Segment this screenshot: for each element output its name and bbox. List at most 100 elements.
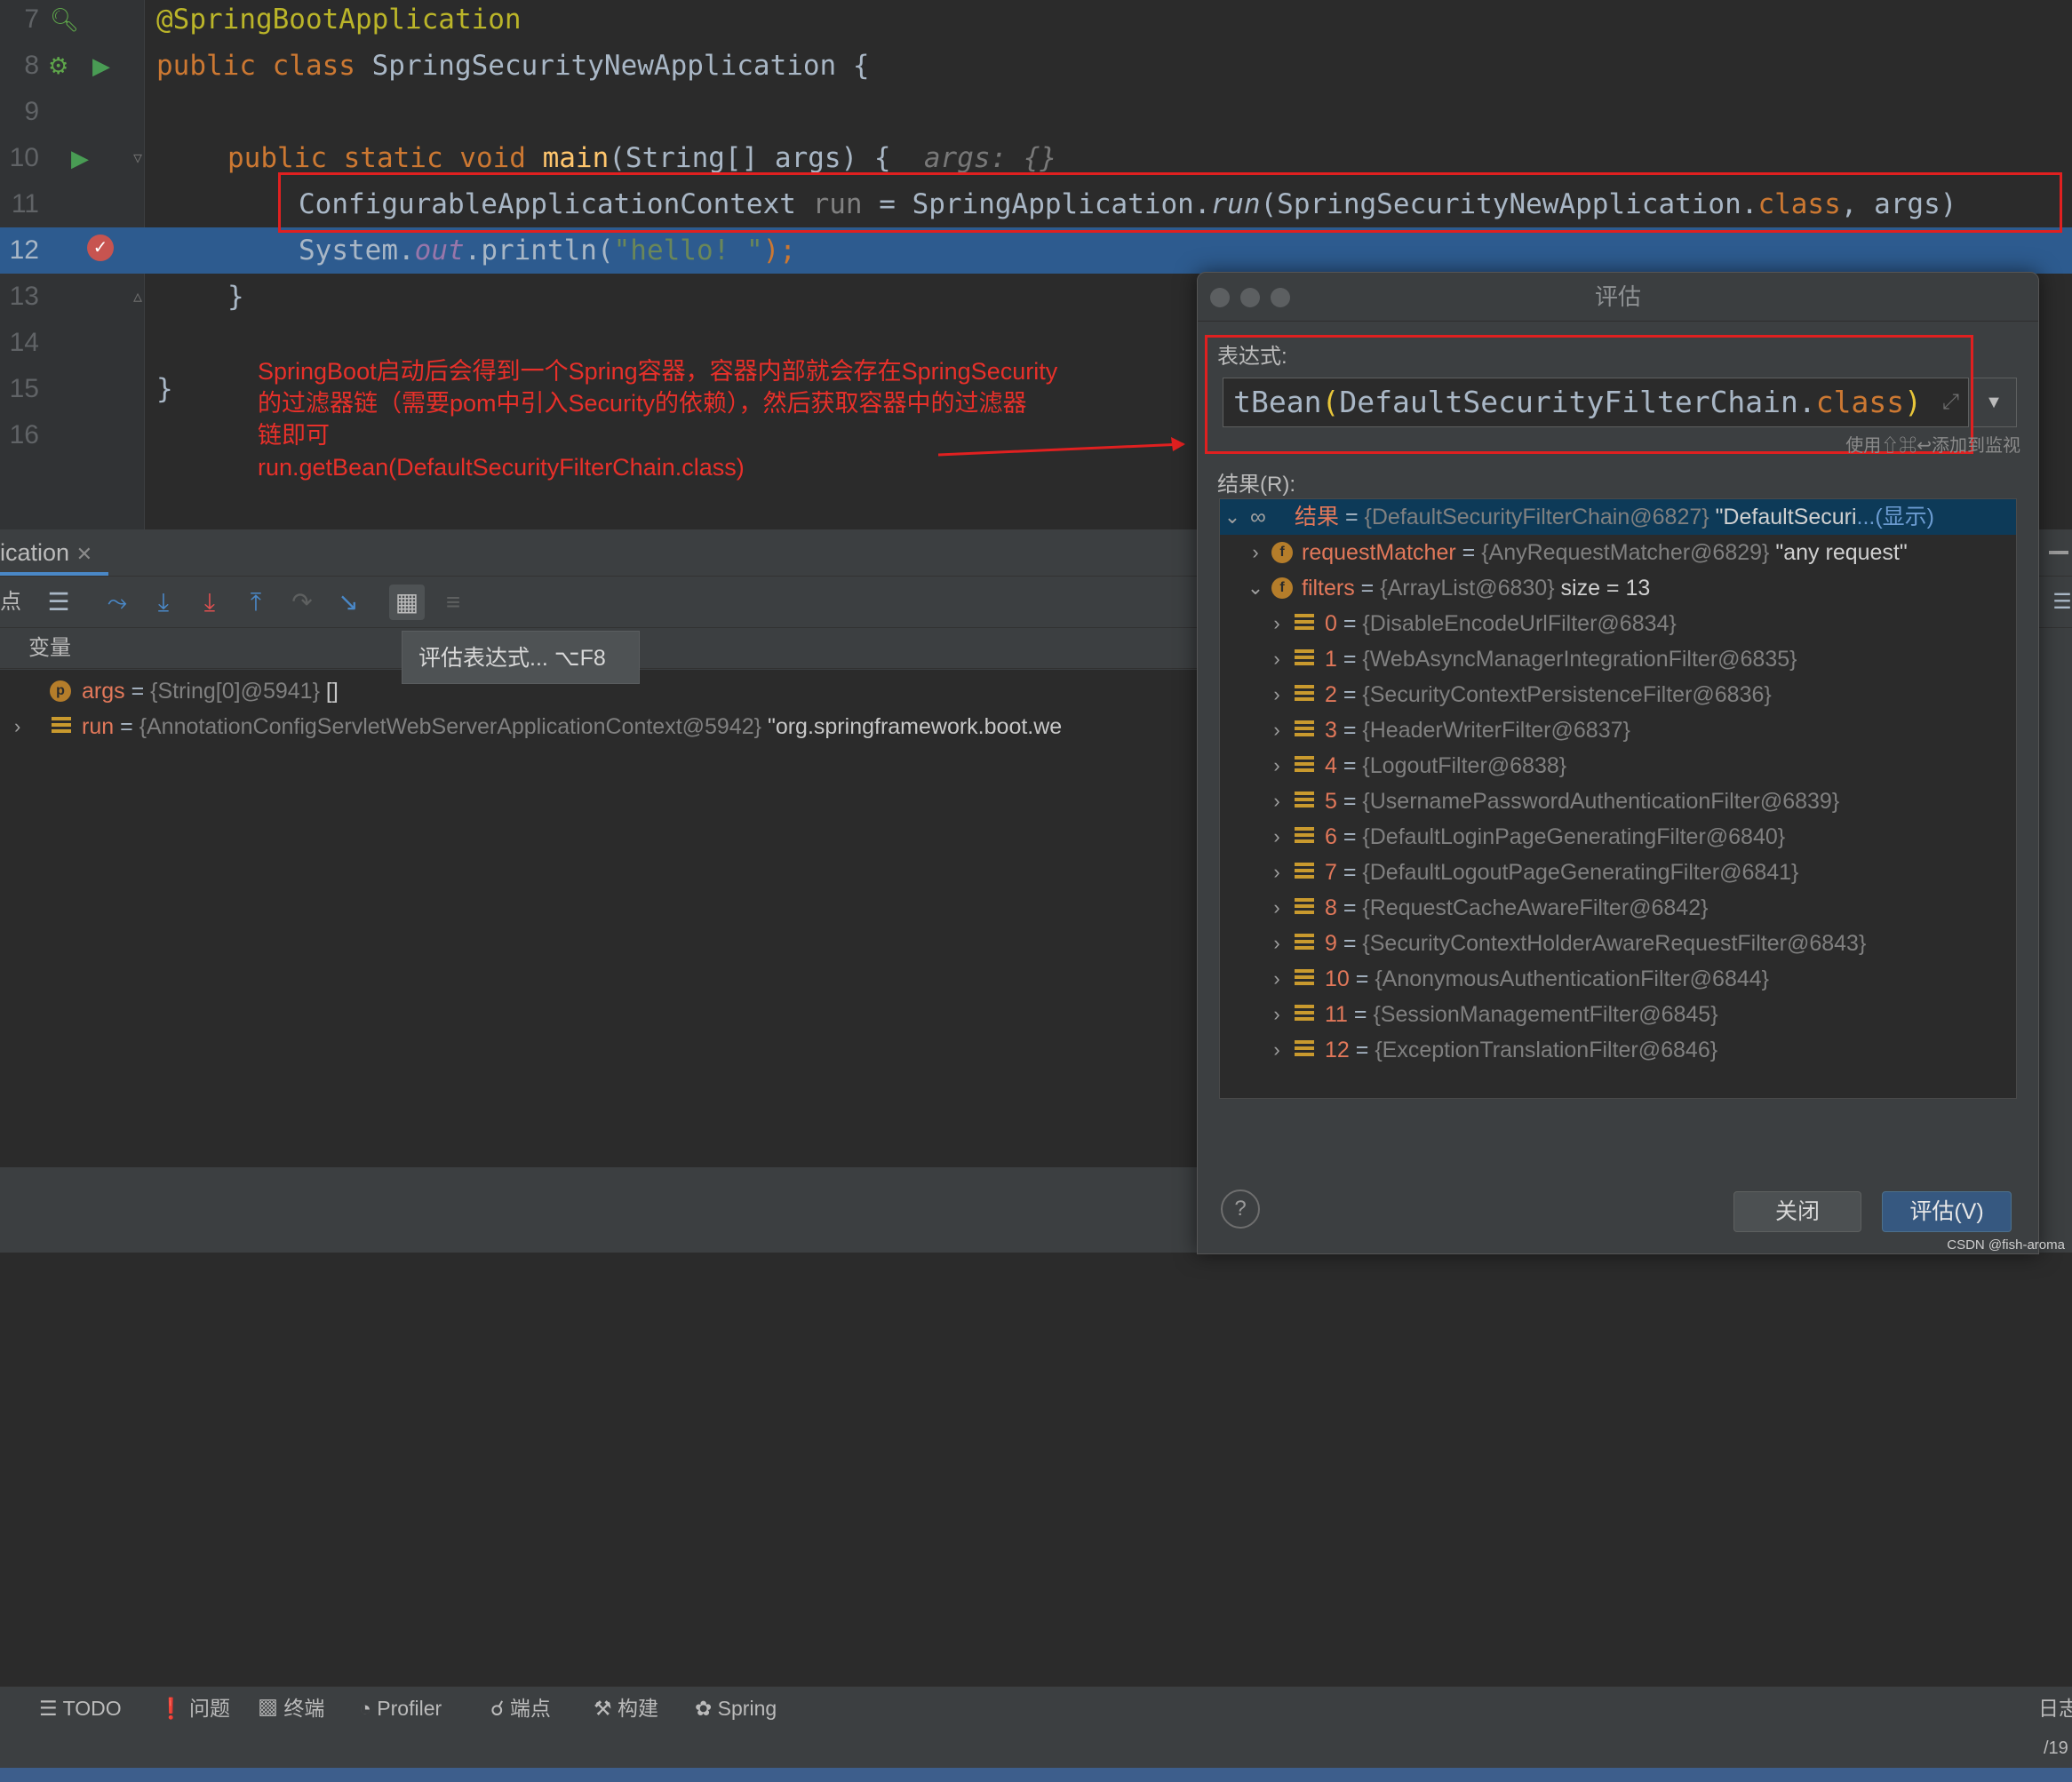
filter-list-item[interactable]: › 7 = {DefaultLogoutPageGeneratingFilter@… <box>1220 855 2016 890</box>
minimize-icon[interactable] <box>2049 551 2068 554</box>
close-button[interactable]: 关闭 <box>1733 1191 1861 1232</box>
tree-row-root[interactable]: ⌄ ∞ 结果 = {DefaultSecurityFilterChain@682… <box>1220 499 2016 535</box>
frames-icon[interactable]: ☰ <box>41 585 76 620</box>
result-tree[interactable]: ⌄ ∞ 结果 = {DefaultSecurityFilterChain@682… <box>1219 498 2017 1099</box>
run-to-cursor-icon[interactable]: ↘ <box>331 585 366 620</box>
evaluate-button[interactable]: 评估(V) <box>1882 1191 2012 1232</box>
variables-tree[interactable]: p args = {String[0]@5941} [] › run = {An… <box>0 670 1199 1167</box>
filter-list-item[interactable]: › 6 = {DefaultLoginPageGeneratingFilter@6… <box>1220 819 2016 855</box>
hammer-icon: ⚒ <box>594 1697 612 1720</box>
fold-end-icon[interactable]: ▵ <box>133 274 142 320</box>
filter-list-item[interactable]: › 8 = {RequestCacheAwareFilter@6842} <box>1220 890 2016 926</box>
step-into-icon[interactable]: ⤓ <box>146 585 181 620</box>
chevron-right-icon[interactable]: › <box>1266 748 1287 784</box>
bean-magnifier-icon[interactable]: 🔍︎ <box>50 0 79 43</box>
line-number: 7 <box>24 4 39 34</box>
field-icon <box>1295 647 1314 670</box>
filter-list-item[interactable]: › 11 = {SessionManagementFilter@6845} <box>1220 997 2016 1032</box>
filter-list-item[interactable]: › 1 = {WebAsyncManagerIntegrationFilter@6… <box>1220 641 2016 677</box>
close-icon[interactable]: ✕ <box>76 543 92 565</box>
evaluate-expression-icon[interactable]: ▦ <box>389 585 425 620</box>
line-number: 16 <box>9 420 39 449</box>
expand-arrow-icon[interactable]: › <box>14 709 20 744</box>
annotation-arrow <box>937 437 1185 457</box>
parameter-icon: p <box>50 680 71 702</box>
tree-row[interactable]: › f requestMatcher = {AnyRequestMatcher@… <box>1220 535 2016 570</box>
line-number: 12 <box>9 235 39 265</box>
variable-text: args = {String[0]@5941} [] <box>82 679 339 704</box>
run-icon[interactable]: ▶ <box>92 43 110 89</box>
chevron-right-icon[interactable]: › <box>1266 961 1287 997</box>
watermark: CSDN @fish-aroma <box>1947 1237 2065 1253</box>
filter-list-item[interactable]: › 2 = {SecurityContextPersistenceFilter@6… <box>1220 677 2016 712</box>
filter-list-item[interactable]: › 9 = {SecurityContextHolderAwareRequestF… <box>1220 926 2016 961</box>
filter-list-item[interactable]: › 10 = {AnonymousAuthenticationFilter@684… <box>1220 961 2016 997</box>
spring-tab[interactable]: ✿ Spring <box>695 1687 777 1730</box>
terminal-tab[interactable]: ▩ 终端 <box>258 1687 324 1730</box>
chevron-right-icon[interactable]: › <box>1266 997 1287 1032</box>
code-line-8: 8 ⚙ ▶ public class SpringSecurityNewAppl… <box>0 43 2072 89</box>
tree-row-text: 结果 = {DefaultSecurityFilterChain@6827} "… <box>1295 505 1935 529</box>
note-line: SpringBoot启动后会得到一个Spring容器，容器内部就会存在Sprin… <box>258 358 1058 385</box>
chevron-right-icon[interactable]: › <box>1266 641 1287 677</box>
tree-row-text: 6 = {DefaultLoginPageGeneratingFilter@68… <box>1325 824 1786 849</box>
layout-icon[interactable]: ☰ <box>2052 585 2072 620</box>
tool-window-bar: ☰ TODO ❗ 问题 ▩ 终端 ◔ Profiler ☌ 端点 ⚒ 构建 ✿ … <box>0 1686 2072 1730</box>
tree-row-text: 10 = {AnonymousAuthenticationFilter@6844… <box>1325 967 1770 991</box>
line-number: 10 <box>9 143 39 172</box>
tab-application[interactable]: ication ✕ <box>0 529 108 576</box>
evaluate-tooltip: 评估表达式... ⌥F8 <box>402 631 640 684</box>
code-text: @SpringBootApplication <box>156 4 522 36</box>
event-log-tab[interactable]: 日志 <box>2038 1687 2072 1730</box>
problems-tab[interactable]: ❗ 问题 <box>158 1687 230 1730</box>
dialog-titlebar: 评估 <box>1198 273 2038 322</box>
filter-list-item[interactable]: › 5 = {UsernamePasswordAuthenticationFilt… <box>1220 784 2016 819</box>
field-icon <box>1295 789 1314 812</box>
history-dropdown[interactable]: ▼ <box>1971 378 2017 427</box>
filter-list-item[interactable]: › 0 = {DisableEncodeUrlFilter@6834} <box>1220 606 2016 641</box>
run-icon[interactable]: ▶ <box>71 135 89 181</box>
force-step-into-icon[interactable]: ⤓ <box>192 585 227 620</box>
code-text: } <box>156 373 173 405</box>
fold-icon[interactable]: ▿ <box>133 135 142 181</box>
breakpoint-icon[interactable]: ✓ <box>87 235 114 261</box>
chevron-right-icon[interactable]: › <box>1266 926 1287 961</box>
chevron-right-icon[interactable]: › <box>1266 1032 1287 1068</box>
status-strip <box>0 1768 2072 1782</box>
help-button[interactable]: ? <box>1221 1189 1260 1229</box>
field-icon <box>1295 753 1314 776</box>
problems-icon: ❗ <box>158 1697 184 1720</box>
watch-glasses-icon: ∞ <box>1250 505 1266 529</box>
status-text: /19 <box>2044 1738 2068 1758</box>
chevron-right-icon[interactable]: › <box>1245 535 1266 570</box>
endpoints-tab[interactable]: ☌ 端点 <box>490 1687 551 1730</box>
add-to-watch-hint[interactable]: 使用⇧⌘↩添加到监视 <box>1845 431 2020 457</box>
chevron-right-icon[interactable]: › <box>1266 890 1287 926</box>
tree-row[interactable]: ⌄ f filters = {ArrayList@6830} size = 13 <box>1220 570 2016 606</box>
chevron-down-icon[interactable]: ⌄ <box>1222 499 1243 535</box>
variable-text: run = {AnnotationConfigServletWebServerA… <box>82 714 1063 739</box>
profiler-tab[interactable]: ◔ Profiler <box>359 1687 442 1730</box>
chevron-right-icon[interactable]: › <box>1266 677 1287 712</box>
line-number: 14 <box>9 328 39 357</box>
filter-list-item[interactable]: › 4 = {LogoutFilter@6838} <box>1220 748 2016 784</box>
code-text: public class SpringSecurityNewApplicatio… <box>156 50 870 82</box>
trace-icon[interactable]: ≡ <box>435 585 471 620</box>
chevron-right-icon[interactable]: › <box>1266 712 1287 748</box>
todo-tab[interactable]: ☰ TODO <box>39 1687 122 1730</box>
step-over-icon[interactable]: ⤳ <box>100 585 135 620</box>
chevron-right-icon[interactable]: › <box>1266 819 1287 855</box>
drop-frame-icon[interactable]: ↷ <box>284 585 320 620</box>
build-tab[interactable]: ⚒ 构建 <box>594 1687 658 1730</box>
chevron-right-icon[interactable]: › <box>1266 784 1287 819</box>
filter-list-item[interactable]: › 3 = {HeaderWriterFilter@6837} <box>1220 712 2016 748</box>
step-out-icon[interactable]: ⤒ <box>238 585 274 620</box>
chevron-down-icon[interactable]: ⌄ <box>1245 570 1266 606</box>
tree-row-text: 5 = {UsernamePasswordAuthenticationFilte… <box>1325 789 1840 814</box>
variables-title: 变量 <box>28 636 71 660</box>
chevron-right-icon[interactable]: › <box>1266 606 1287 641</box>
chevron-right-icon[interactable]: › <box>1266 855 1287 890</box>
filter-list-item[interactable]: › 12 = {ExceptionTranslationFilter@6846} <box>1220 1032 2016 1068</box>
chevron-down-icon: ▼ <box>1985 393 2003 412</box>
bean-gutter-icon[interactable]: ⚙ <box>48 43 68 89</box>
